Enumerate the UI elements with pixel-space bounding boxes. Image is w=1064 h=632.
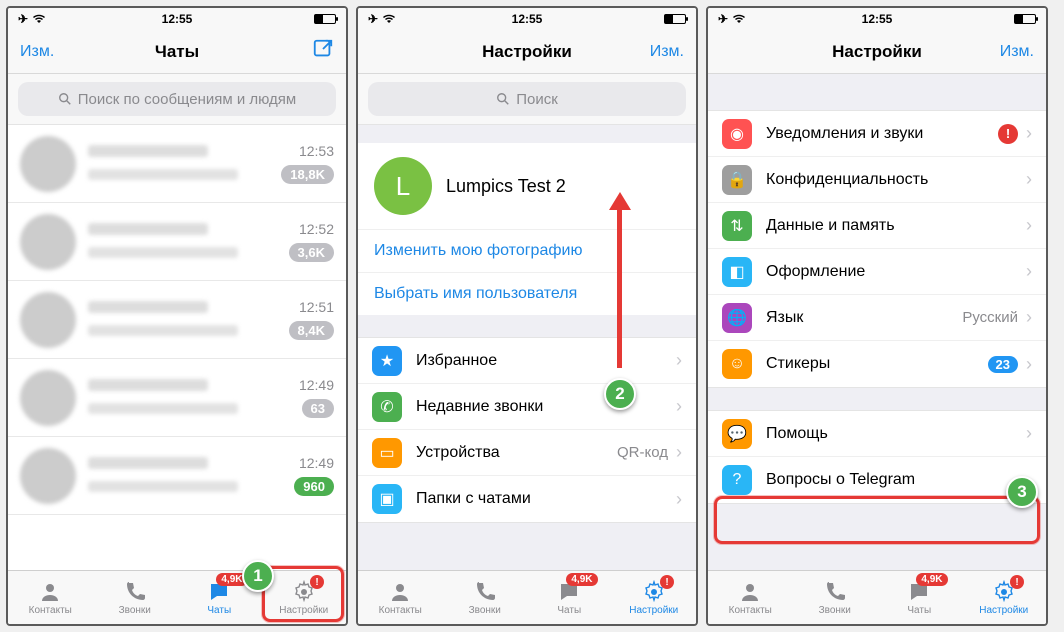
bookmark-icon: ★ <box>372 346 402 376</box>
row-help[interactable]: 💬 Помощь› <box>708 411 1046 457</box>
tab-settings[interactable]: Настройки ! <box>612 571 697 624</box>
phone-icon: ✆ <box>372 392 402 422</box>
tab-bar: Контакты Звонки Чаты 4,9K Настройки ! <box>358 570 696 624</box>
sticker-icon: ☺ <box>722 349 752 379</box>
chat-avatar <box>20 214 76 270</box>
bell-icon: ◉ <box>722 119 752 149</box>
tab-settings[interactable]: Настройки ! <box>962 571 1047 624</box>
chat-avatar <box>20 136 76 192</box>
chat-row[interactable]: 12:52 3,6K <box>8 203 346 281</box>
nav-title: Настройки <box>482 42 572 62</box>
tab-chats[interactable]: Чаты 4,9K <box>877 571 962 624</box>
status-time: 12:55 <box>8 12 346 26</box>
settings-alert: ! <box>310 575 324 589</box>
chat-avatar <box>20 292 76 348</box>
status-bar: 12:55 <box>358 8 696 30</box>
row-devices[interactable]: ▭ Устройства QR-код› <box>358 430 696 476</box>
battery-icon <box>664 14 686 24</box>
status-bar: 12:55 <box>8 8 346 30</box>
row-faq[interactable]: ? Вопросы о Telegram› <box>708 457 1046 503</box>
tab-bar: Контакты Звонки Чаты 4,9K Настройки ! <box>708 570 1046 624</box>
folder-icon: ▣ <box>372 484 402 514</box>
navbar: Изм. Чаты <box>8 30 346 74</box>
search-placeholder: Поиск по сообщениям и людям <box>78 91 297 108</box>
step-2: 2 <box>604 378 636 410</box>
edit-button[interactable]: Изм. <box>974 43 1034 61</box>
screen-settings-bottom: 12:55 Настройки Изм. ◉ Уведомления и зву… <box>706 6 1048 626</box>
devices-icon: ▭ <box>372 438 402 468</box>
count-badge: 23 <box>988 356 1018 373</box>
alert-badge: ! <box>998 124 1018 144</box>
set-username-link[interactable]: Выбрать имя пользователя <box>358 272 696 315</box>
change-photo-link[interactable]: Изменить мою фотографию <box>358 229 696 272</box>
lock-icon: 🔒 <box>722 165 752 195</box>
row-data[interactable]: ⇅ Данные и память› <box>708 203 1046 249</box>
navbar: Настройки Изм. <box>358 30 696 74</box>
tab-chats[interactable]: Чаты 4,9K <box>527 571 612 624</box>
tab-calls[interactable]: Звонки <box>443 571 528 624</box>
chat-avatar <box>20 448 76 504</box>
scroll-arrow <box>617 208 622 368</box>
row-folders[interactable]: ▣ Папки с чатами› <box>358 476 696 522</box>
profile-name: Lumpics Test 2 <box>446 176 566 197</box>
search-bar[interactable]: Поиск <box>358 74 696 125</box>
tab-bar: Контакты Звонки Чаты 4,9K Настройки ! <box>8 570 346 624</box>
tab-contacts[interactable]: Контакты <box>8 571 93 624</box>
chat-icon: 💬 <box>722 419 752 449</box>
row-stickers[interactable]: ☺ Стикеры 23› <box>708 341 1046 387</box>
profile-avatar: L <box>374 157 432 215</box>
step-1: 1 <box>242 560 274 592</box>
tab-contacts[interactable]: Контакты <box>358 571 443 624</box>
globe-icon: 🌐 <box>722 303 752 333</box>
appearance-icon: ◧ <box>722 257 752 287</box>
unread-badge: 18,8K <box>281 165 334 184</box>
chat-avatar <box>20 370 76 426</box>
edit-button[interactable]: Изм. <box>20 43 80 61</box>
question-icon: ? <box>722 465 752 495</box>
chat-row[interactable]: 12:53 18,8K <box>8 125 346 203</box>
search-icon <box>58 92 72 106</box>
status-bar: 12:55 <box>708 8 1046 30</box>
tab-calls[interactable]: Звонки <box>93 571 178 624</box>
battery-icon <box>314 14 336 24</box>
row-notifications[interactable]: ◉ Уведомления и звуки !› <box>708 111 1046 157</box>
row-appearance[interactable]: ◧ Оформление› <box>708 249 1046 295</box>
row-language[interactable]: 🌐 Язык Русский› <box>708 295 1046 341</box>
edit-button[interactable]: Изм. <box>624 43 684 61</box>
chat-row[interactable]: 12:51 8,4K <box>8 281 346 359</box>
compose-button[interactable] <box>274 38 334 65</box>
chat-row[interactable]: 12:49 960 <box>8 437 346 515</box>
chat-list: 12:53 18,8K 12:52 3,6K 12:51 8,4K 12:49 … <box>8 125 346 570</box>
navbar: Настройки Изм. <box>708 30 1046 74</box>
settings-content: ◉ Уведомления и звуки !› 🔒 Конфиденциаль… <box>708 74 1046 570</box>
row-recent-calls[interactable]: ✆ Недавние звонки› <box>358 384 696 430</box>
search-icon <box>496 92 510 106</box>
step-3: 3 <box>1006 476 1038 508</box>
row-favorites[interactable]: ★ Избранное› <box>358 338 696 384</box>
nav-title: Чаты <box>155 42 199 62</box>
chat-row[interactable]: 12:49 63 <box>8 359 346 437</box>
screen-settings-top: 12:55 Настройки Изм. Поиск L Lumpics Tes… <box>356 6 698 626</box>
data-icon: ⇅ <box>722 211 752 241</box>
screen-chats: 12:55 Изм. Чаты Поиск по сообщениям и лю… <box>6 6 348 626</box>
search-bar[interactable]: Поиск по сообщениям и людям <box>8 74 346 125</box>
tab-calls[interactable]: Звонки <box>793 571 878 624</box>
row-privacy[interactable]: 🔒 Конфиденциальность› <box>708 157 1046 203</box>
nav-title: Настройки <box>832 42 922 62</box>
profile-card[interactable]: L Lumpics Test 2 <box>358 143 696 229</box>
tab-contacts[interactable]: Контакты <box>708 571 793 624</box>
chat-time: 12:53 <box>299 143 334 159</box>
battery-icon <box>1014 14 1036 24</box>
chevron-icon: › <box>676 350 682 371</box>
tab-settings[interactable]: Настройки ! <box>262 571 347 624</box>
settings-content: L Lumpics Test 2 Изменить мою фотографию… <box>358 125 696 570</box>
